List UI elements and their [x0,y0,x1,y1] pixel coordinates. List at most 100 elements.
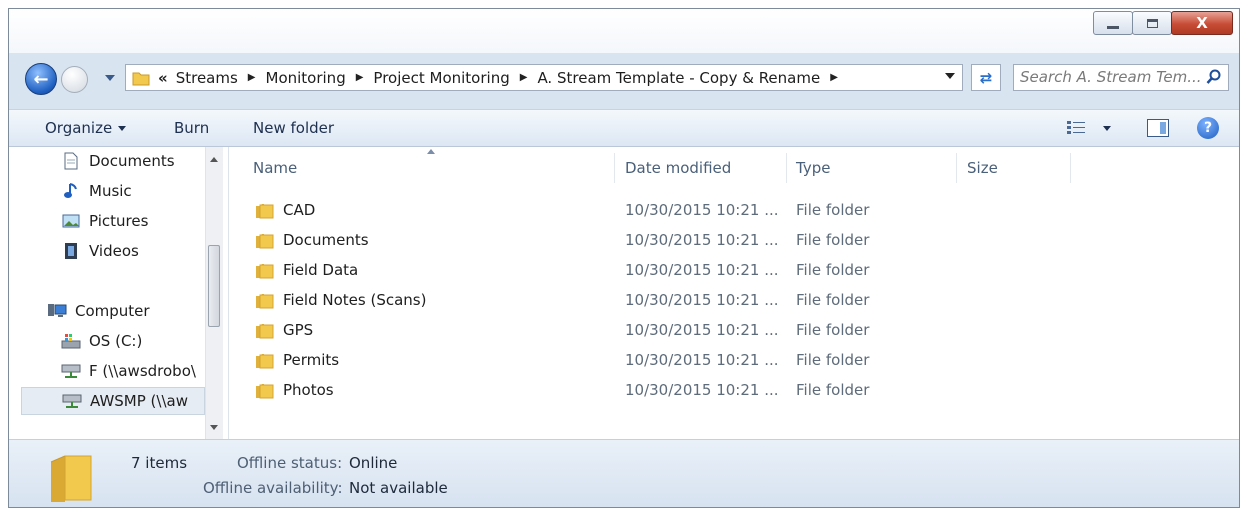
table-row[interactable]: GPS 10/30/2015 10:21 ... File folder [251,315,1051,345]
command-bar: Organize Burn New folder ? [9,109,1239,147]
minimize-icon [1107,25,1119,29]
sidebar-item-f-drive[interactable]: F (\\awsdrobo\ [61,357,205,385]
network-drive-icon [62,391,82,411]
sidebar-item-label: F (\\awsdrobo\ [89,362,196,380]
breadcrumb-stream-template[interactable]: A. Stream Template - Copy & Rename [537,69,820,87]
table-row[interactable]: Photos 10/30/2015 10:21 ... File folder [251,375,1051,405]
view-options-icon[interactable] [1067,121,1085,135]
table-row[interactable]: Documents 10/30/2015 10:21 ... File fold… [251,225,1051,255]
back-arrow-icon: ← [33,68,49,90]
sidebar-item-os-c[interactable]: OS (C:) [61,327,201,355]
explorer-window: X ← « Streams ▶ Monitoring ▶ Project Mon… [8,8,1240,508]
scroll-down-icon[interactable] [210,425,218,430]
folder-icon [50,455,92,502]
column-header-type[interactable]: Type [796,159,830,177]
file-type: File folder [796,261,870,279]
item-count: 7 items [131,454,188,472]
breadcrumb-project-monitoring[interactable]: Project Monitoring [373,69,509,87]
view-dropdown-icon[interactable] [1103,126,1111,131]
maximize-icon [1146,18,1158,28]
forward-button[interactable] [61,66,88,93]
burn-button[interactable]: Burn [174,119,209,137]
breadcrumb-separator-icon[interactable]: ▶ [248,72,256,83]
table-row[interactable]: Field Notes (Scans) 10/30/2015 10:21 ...… [251,285,1051,315]
column-divider[interactable] [1070,153,1071,183]
breadcrumb-streams[interactable]: Streams [176,69,238,87]
file-date: 10/30/2015 10:21 ... [625,321,779,339]
window-controls: X [1093,11,1233,35]
file-date: 10/30/2015 10:21 ... [625,291,779,309]
preview-pane-icon[interactable] [1147,119,1169,137]
breadcrumb-overflow[interactable]: « [158,69,168,87]
folder-icon [256,204,274,219]
pictures-icon [61,211,81,231]
search-box[interactable] [1013,64,1229,91]
folder-icon [256,324,274,339]
offline-availability-label: Offline availability: [203,479,343,497]
folder-icon [256,294,274,309]
breadcrumb-separator-icon[interactable]: ▶ [356,72,364,83]
sidebar-item-label: AWSMP (\\aw [90,392,188,410]
search-icon [1206,69,1221,84]
minimize-button[interactable] [1093,11,1133,35]
recent-pages-dropdown-icon[interactable] [105,75,115,81]
maximize-button[interactable] [1132,11,1172,35]
file-name: Photos [283,381,334,399]
file-name: GPS [283,321,314,339]
close-button[interactable]: X [1171,11,1233,35]
column-divider[interactable] [614,153,615,183]
drive-icon [61,331,81,351]
refresh-icon: ⇄ [979,68,993,87]
offline-availability-value: Not available [349,479,448,497]
sidebar-item-music[interactable]: Music [61,177,201,205]
breadcrumb-separator-icon[interactable]: ▶ [830,72,838,83]
file-type: File folder [796,321,870,339]
offline-status-label: Offline status: [237,454,343,472]
file-name: Field Data [283,261,359,279]
scroll-up-icon[interactable] [210,157,218,162]
file-type: File folder [796,291,870,309]
sidebar-item-documents[interactable]: Documents [61,147,201,175]
file-type: File folder [796,381,870,399]
file-name: Permits [283,351,340,369]
column-divider[interactable] [786,153,787,183]
column-divider[interactable] [956,153,957,183]
breadcrumb-monitoring[interactable]: Monitoring [266,69,346,87]
table-row[interactable]: Permits 10/30/2015 10:21 ... File folder [251,345,1051,375]
help-icon[interactable]: ? [1197,117,1219,139]
column-header-name[interactable]: Name [253,159,297,177]
search-input[interactable] [1014,65,1206,88]
file-type: File folder [796,201,870,219]
refresh-button[interactable]: ⇄ [971,64,1001,91]
file-date: 10/30/2015 10:21 ... [625,351,779,369]
sidebar-item-computer[interactable]: Computer [47,297,202,325]
sidebar-item-label: Pictures [89,212,149,230]
scrollbar-thumb[interactable] [208,245,220,327]
folder-icon [256,354,274,369]
back-button[interactable]: ← [25,63,57,95]
sidebar-scrollbar[interactable] [205,147,223,439]
new-folder-button[interactable]: New folder [253,119,334,137]
breadcrumb-separator-icon[interactable]: ▶ [520,72,528,83]
file-type: File folder [796,231,870,249]
file-name: CAD [283,201,316,219]
organize-label: Organize [45,119,113,137]
column-header-date[interactable]: Date modified [625,159,731,177]
details-pane: 7 items Offline status: Online Offline a… [9,439,1239,507]
sidebar-item-videos[interactable]: Videos [61,237,201,265]
network-drive-icon [61,361,81,381]
sidebar-item-label: Documents [89,152,175,170]
folder-icon [132,72,150,85]
file-name: Documents [283,231,369,249]
table-row[interactable]: CAD 10/30/2015 10:21 ... File folder [251,195,1051,225]
organize-button[interactable]: Organize [45,119,127,137]
computer-icon [47,301,67,321]
sidebar-item-awsmp[interactable]: AWSMP (\\aw [21,387,205,415]
column-header-size[interactable]: Size [967,159,998,177]
address-dropdown-icon[interactable] [945,73,955,79]
title-bar: X [9,9,1239,53]
sidebar-item-label: Videos [89,242,139,260]
sidebar-item-pictures[interactable]: Pictures [61,207,201,235]
table-row[interactable]: Field Data 10/30/2015 10:21 ... File fol… [251,255,1051,285]
address-bar[interactable]: « Streams ▶ Monitoring ▶ Project Monitor… [125,64,963,91]
